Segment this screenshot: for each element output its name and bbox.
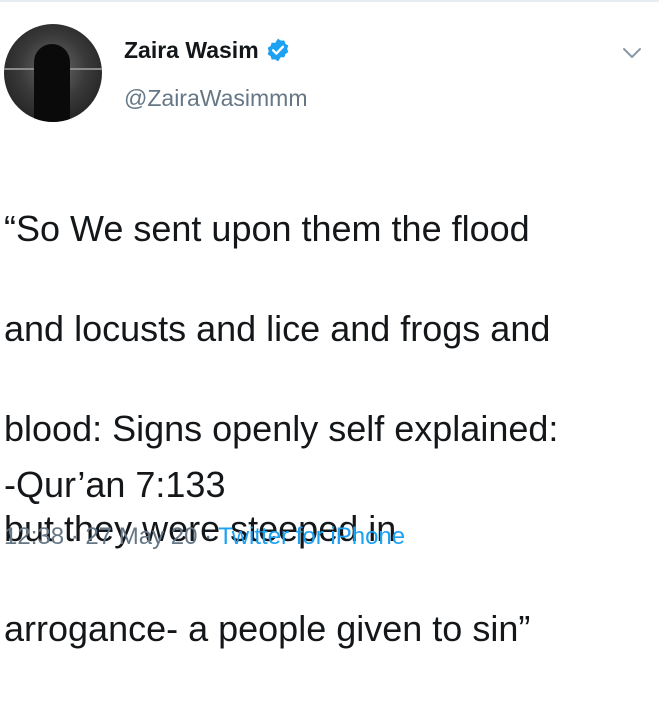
- tweet-date[interactable]: 27 May 20: [85, 523, 197, 550]
- tweet-line: blood: Signs openly self explained:: [4, 408, 559, 449]
- verified-badge-icon: [267, 38, 288, 62]
- tweet-time[interactable]: 12:38: [4, 523, 64, 550]
- avatar[interactable]: [4, 24, 102, 122]
- display-name[interactable]: Zaira Wasim: [124, 36, 259, 64]
- tweet-text: “So We sent upon them the flood and locu…: [4, 154, 654, 704]
- avatar-silhouette: [34, 44, 70, 122]
- user-handle[interactable]: @ZairaWasimmm: [124, 84, 307, 112]
- tweet-source-link[interactable]: Twitter for iPhone: [218, 523, 405, 550]
- chevron-down-icon[interactable]: [622, 46, 642, 60]
- top-divider: [0, 0, 659, 2]
- tweet-line: “So We sent upon them the flood: [4, 208, 530, 249]
- tweet-citation: -Qur’an 7:133: [4, 464, 226, 505]
- display-name-row[interactable]: Zaira Wasim: [124, 36, 291, 64]
- tweet-line: arrogance- a people given to sin”: [4, 608, 531, 649]
- tweet-meta: 12:38 · 27 May 20 · Twitter for iPhone: [4, 522, 405, 552]
- meta-separator: ·: [64, 523, 86, 550]
- meta-separator: ·: [197, 523, 219, 550]
- tweet-line: and locusts and lice and frogs and: [4, 308, 551, 349]
